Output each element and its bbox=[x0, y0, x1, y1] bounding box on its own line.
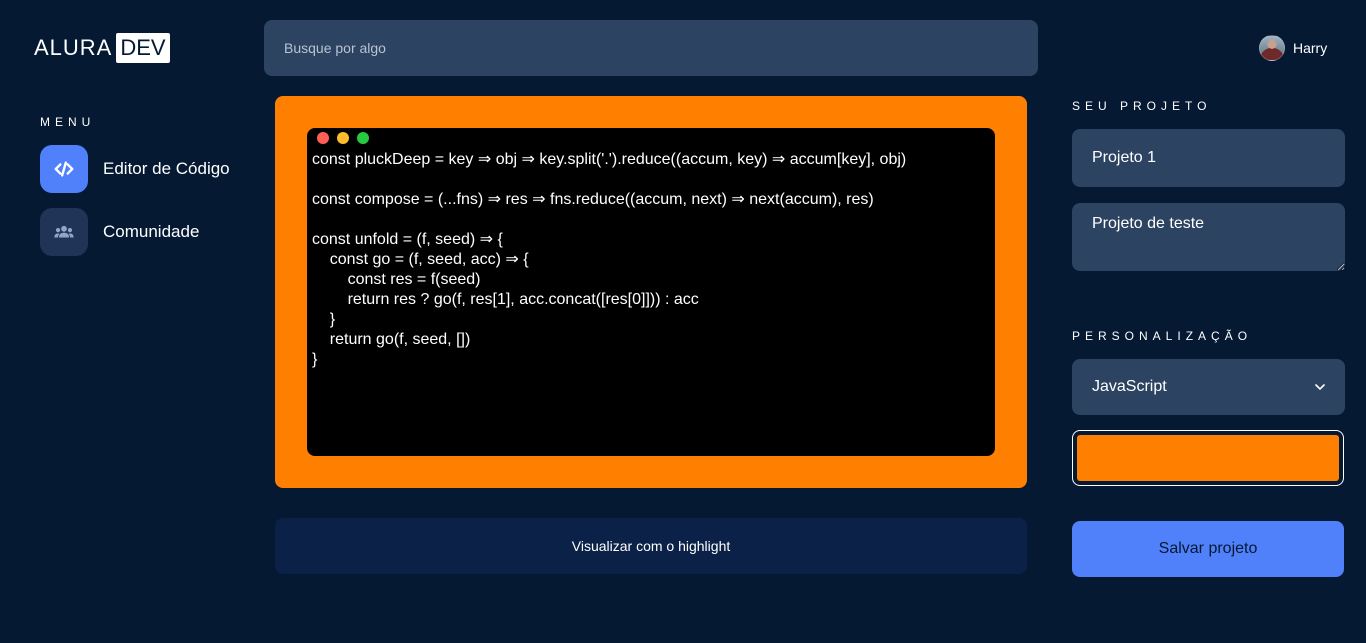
window-controls bbox=[317, 132, 369, 144]
highlight-button[interactable]: Visualizar com o highlight bbox=[275, 518, 1027, 574]
minimize-dot-icon bbox=[337, 132, 349, 144]
close-dot-icon bbox=[317, 132, 329, 144]
chevron-down-icon bbox=[1315, 380, 1325, 394]
menu-item-label: Comunidade bbox=[103, 222, 200, 241]
page: ALURA DEV Harry MENU Editor de Código bbox=[0, 0, 1366, 643]
menu-item-label: Editor de Código bbox=[103, 159, 230, 178]
language-select-value: JavaScript bbox=[1092, 378, 1167, 395]
code-editor-frame: const pluckDeep = key ⇒ obj ⇒ key.split(… bbox=[275, 96, 1027, 488]
maximize-dot-icon bbox=[357, 132, 369, 144]
save-project-button[interactable]: Salvar projeto bbox=[1072, 521, 1344, 577]
code-icon bbox=[40, 145, 88, 193]
code-content[interactable]: const pluckDeep = key ⇒ obj ⇒ key.split(… bbox=[312, 150, 990, 370]
project-name-field[interactable] bbox=[1072, 129, 1345, 187]
logo-dev-badge: DEV bbox=[116, 33, 170, 63]
menu-item-community[interactable]: Comunidade bbox=[40, 208, 199, 256]
user-profile[interactable]: Harry bbox=[1259, 35, 1327, 61]
code-editor[interactable]: const pluckDeep = key ⇒ obj ⇒ key.split(… bbox=[307, 128, 995, 456]
project-description-field[interactable]: Projeto de teste bbox=[1072, 203, 1345, 271]
logo[interactable]: ALURA DEV bbox=[34, 33, 170, 63]
language-select[interactable]: JavaScript bbox=[1072, 359, 1345, 415]
menu-title: MENU bbox=[40, 115, 96, 129]
color-swatch bbox=[1077, 435, 1339, 481]
users-icon bbox=[40, 208, 88, 256]
menu-item-code-editor[interactable]: Editor de Código bbox=[40, 145, 230, 193]
color-picker[interactable] bbox=[1072, 430, 1344, 486]
avatar bbox=[1259, 35, 1285, 61]
project-section-title: SEU PROJETO bbox=[1072, 99, 1212, 113]
user-name: Harry bbox=[1293, 40, 1328, 56]
logo-alura-text: ALURA bbox=[34, 35, 113, 60]
customization-section-title: PERSONALIZAÇÃO bbox=[1072, 329, 1253, 343]
search-input[interactable] bbox=[264, 20, 1038, 76]
